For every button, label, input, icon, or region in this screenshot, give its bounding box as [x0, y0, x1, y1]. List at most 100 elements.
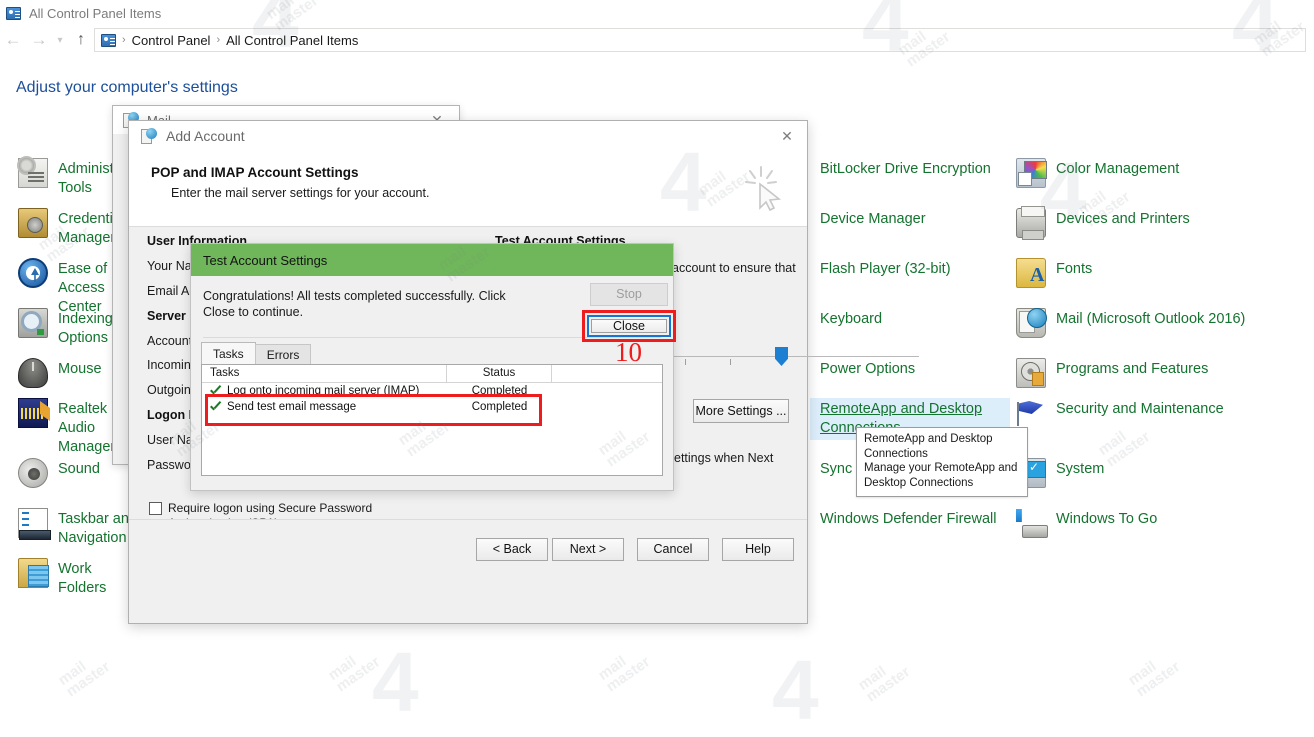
slider-tick	[730, 359, 731, 365]
add-account-header: POP and IMAP Account Settings Enter the …	[129, 151, 807, 227]
control-panel-item-label: Windows Defender Firewall	[820, 511, 997, 527]
control-panel-item-label: Devices and Printers	[1056, 211, 1190, 227]
control-panel-item-label: Taskbar and Navigation	[58, 511, 137, 546]
close-icon[interactable]: ✕	[767, 123, 807, 149]
breadcrumb-control-panel[interactable]: Control Panel	[132, 33, 211, 48]
remoteapp-tooltip: RemoteApp and Desktop Connections Manage…	[856, 427, 1028, 497]
mouse-icon	[18, 358, 48, 388]
task-cell: Send test email message	[202, 401, 447, 413]
add-account-footer: < Back Next > Cancel Help	[129, 519, 807, 579]
security-and-maintenance-icon	[1016, 398, 1046, 428]
control-panel-item-label: Color Management	[1056, 161, 1180, 177]
up-button[interactable]: ↑	[68, 31, 94, 49]
task-cell: Log onto incoming mail server (IMAP)	[202, 385, 447, 397]
fonts-icon	[1016, 258, 1046, 288]
control-panel-item[interactable]: Flash Player (32-bit)	[810, 258, 1010, 279]
control-panel-item[interactable]: Windows Defender Firewall	[810, 508, 1010, 529]
programs-and-features-icon	[1016, 358, 1046, 388]
breadcrumb-all-items[interactable]: All Control Panel Items	[226, 33, 358, 48]
control-panel-item-label: Security and Maintenance	[1056, 401, 1224, 417]
control-panel-item[interactable]: Fonts	[1016, 258, 1276, 288]
watermark-logo: 4	[772, 643, 819, 737]
breadcrumb-separator: ›	[216, 34, 221, 46]
help-button[interactable]: Help	[722, 538, 794, 561]
control-panel-item-label: Windows To Go	[1056, 511, 1158, 527]
test-dialog-tabs: Tasks Errors	[201, 342, 312, 364]
control-panel-item[interactable]: Devices and Printers	[1016, 206, 1276, 240]
mail-sync-slider[interactable]	[649, 347, 919, 377]
test-note-fragment-2: ettings when Next	[674, 451, 774, 465]
test-dialog-titlebar: Test Account Settings	[191, 244, 673, 276]
color-management-icon	[1016, 158, 1047, 188]
status-cell: Completed	[471, 401, 528, 413]
watermark-text: mail master	[325, 652, 384, 696]
green-check-icon	[210, 386, 222, 397]
recent-locations-button[interactable]: ▾	[52, 35, 68, 46]
control-panel-item[interactable]: Keyboard	[810, 308, 1010, 329]
column-header-tasks[interactable]: Tasks	[202, 365, 447, 383]
taskbar-navigation-icon	[18, 508, 51, 540]
breadcrumb-separator: ›	[122, 34, 126, 46]
sound-icon	[18, 458, 48, 488]
control-panel-item-label: Programs and Features	[1056, 361, 1209, 377]
mail-icon	[1016, 308, 1047, 338]
test-note-fragment: account to ensure that	[672, 261, 796, 275]
next-button[interactable]: Next >	[552, 538, 624, 561]
table-row[interactable]: Send test email message Completed	[202, 399, 662, 415]
slider-tick	[685, 359, 686, 365]
watermark-text: mail master	[1125, 657, 1184, 701]
control-panel-item-label: Flash Player (32-bit)	[820, 261, 951, 277]
control-panel-item[interactable]: System	[1016, 458, 1276, 488]
control-panel-item[interactable]: Work Folders	[18, 558, 138, 598]
control-panel-item[interactable]: Color Management	[1016, 158, 1276, 188]
watermark-text: mail master	[855, 662, 914, 706]
cancel-button[interactable]: Cancel	[637, 538, 709, 561]
cursor-sparkle-icon	[745, 166, 782, 212]
control-panel-item-label: Fonts	[1056, 261, 1093, 277]
column-header-status[interactable]: Status	[447, 365, 552, 383]
wizard-subheading: Enter the mail server settings for your …	[171, 186, 430, 200]
control-panel-item[interactable]: Device Manager	[810, 208, 1010, 229]
task-label: Log onto incoming mail server (IMAP)	[227, 385, 420, 397]
add-account-titlebar: Add Account ✕	[129, 121, 807, 151]
control-panel-item[interactable]: Mail (Microsoft Outlook 2016)	[1016, 308, 1276, 338]
administrative-tools-icon	[17, 156, 48, 188]
control-panel-item[interactable]: Programs and Features	[1016, 358, 1276, 388]
more-settings-button[interactable]: More Settings ...	[693, 399, 789, 423]
explorer-titlebar: All Control Panel Items	[0, 0, 1314, 26]
control-panel-item-label: System	[1056, 461, 1105, 477]
column-header-blank[interactable]	[552, 365, 662, 383]
control-panel-item[interactable]: Security and Maintenance	[1016, 398, 1276, 428]
control-panel-item[interactable]: Taskbar and Navigation	[18, 508, 138, 548]
control-panel-item-label: Work Folders	[58, 561, 107, 596]
green-check-icon	[210, 402, 222, 413]
test-dialog-title: Test Account Settings	[203, 252, 328, 268]
stop-button: Stop	[590, 283, 668, 306]
back-button[interactable]: ←	[0, 30, 26, 50]
step-number-annotation: 10	[615, 337, 642, 367]
control-panel-item-label: Device Manager	[820, 211, 926, 227]
realtek-audio-icon	[18, 398, 48, 428]
control-panel-item-label: Mouse	[58, 361, 102, 377]
address-control-panel-icon	[101, 33, 116, 47]
ease-of-access-icon	[18, 258, 48, 288]
slider-thumb[interactable]	[775, 347, 788, 366]
control-panel-item-label: Keyboard	[820, 311, 883, 327]
back-button[interactable]: < Back	[476, 538, 548, 561]
control-panel-item[interactable]: Windows To Go	[1016, 508, 1276, 538]
close-button[interactable]: Close	[591, 319, 667, 333]
tasks-table: Tasks Status Log onto incoming mail serv…	[201, 364, 663, 476]
add-account-title: Add Account	[166, 128, 245, 144]
tasks-table-header: Tasks Status	[202, 365, 662, 383]
indexing-options-icon	[18, 308, 48, 338]
mail-icon	[141, 128, 157, 144]
tooltip-title: RemoteApp and Desktop Connections	[864, 433, 993, 460]
table-row[interactable]: Log onto incoming mail server (IMAP) Comp…	[202, 383, 662, 399]
tab-errors[interactable]: Errors	[254, 344, 312, 364]
forward-button[interactable]: →	[26, 30, 52, 50]
tab-tasks[interactable]: Tasks	[201, 342, 256, 364]
control-panel-item[interactable]: BitLocker Drive Encryption	[810, 158, 1010, 179]
address-bar[interactable]: › Control Panel › All Control Panel Item…	[94, 28, 1306, 52]
spa-checkbox[interactable]	[149, 502, 162, 515]
status-cell: Completed	[471, 385, 528, 397]
